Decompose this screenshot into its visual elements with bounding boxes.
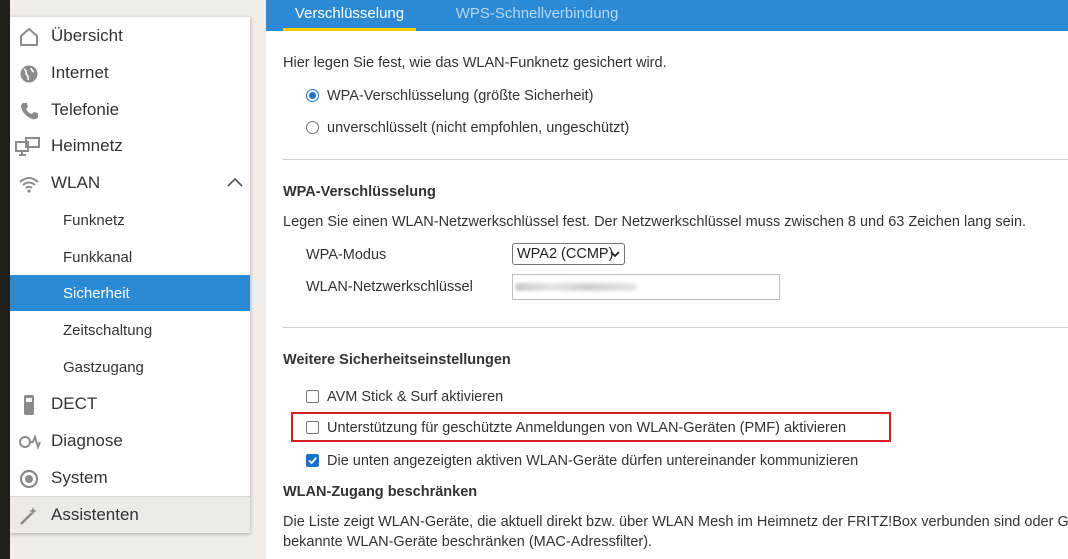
wpa-mode-value: WPA2 (CCMP) (517, 246, 614, 262)
sidebar-subitem-label: Funkkanal (63, 248, 133, 266)
dect-phone-icon (24, 395, 34, 415)
radio-wpa-label[interactable]: WPA-Verschlüsselung (größte Sicherheit) (327, 88, 593, 104)
phone-icon (21, 103, 38, 120)
sidebar-item-internet[interactable]: Internet (10, 55, 250, 91)
wpa-description: Legen Sie einen WLAN-Netzwerkschlüssel f… (283, 214, 1027, 230)
checkbox-pmf-label[interactable]: Unterstützung für geschützte Anmeldungen… (327, 420, 846, 436)
security-section-heading: Weitere Sicherheitseinstellungen (283, 352, 511, 368)
section-divider (283, 159, 1068, 160)
radio-unencrypted[interactable] (306, 121, 319, 134)
network-key-label: WLAN-Netzwerkschlüssel (306, 279, 473, 295)
wpa-section-heading: WPA-Verschlüsselung (283, 184, 436, 200)
checkmark-icon (308, 456, 317, 465)
wpa-mode-label: WPA-Modus (306, 247, 387, 263)
sidebar-item-label: DECT (51, 394, 98, 413)
sidebar-item-label: Heimnetz (51, 136, 123, 155)
sidebar-item-dect[interactable]: DECT (10, 386, 250, 422)
sidebar-item-label: Internet (51, 63, 109, 82)
sidebar-item-label: Assistenten (51, 505, 139, 524)
checkbox-communicate-label[interactable]: Die unten angezeigten aktiven WLAN-Gerät… (327, 453, 858, 469)
tab-wps-schnellverbindung[interactable]: WPS-Schnellverbindung (432, 0, 642, 31)
sidebar-item-telefonie[interactable]: Telefonie (10, 92, 250, 128)
sidebar-item-diagnose[interactable]: Diagnose (10, 423, 250, 459)
sidebar-item-system[interactable]: System (10, 460, 250, 496)
sidebar-subitem-funkkanal[interactable]: Funkkanal (10, 239, 250, 275)
wpa-mode-select[interactable]: WPA2 (CCMP) (512, 243, 625, 265)
radio-wpa[interactable] (306, 89, 319, 102)
wifi-icon (19, 177, 39, 193)
sidebar-subitem-label: Gastzugang (63, 358, 144, 376)
sidebar-item-label: WLAN (51, 173, 101, 192)
restrict-section-heading: WLAN-Zugang beschränken (283, 484, 478, 500)
sidebar-item-label: Übersicht (51, 26, 123, 45)
background-strip (0, 0, 10, 559)
sidebar-item-heimnetz[interactable]: Heimnetz (10, 128, 250, 164)
tab-verschluesselung[interactable]: Verschlüsselung (283, 0, 416, 31)
restrict-description-line1: Die Liste zeigt WLAN-Geräte, die aktuell… (283, 514, 1068, 530)
system-icon (19, 469, 39, 489)
sidebar-item-uebersicht[interactable]: Übersicht (10, 18, 250, 54)
sidebar-item-wlan[interactable]: WLAN (10, 165, 250, 201)
sidebar-subitem-label: Zeitschaltung (63, 321, 153, 339)
sidebar-subitem-sicherheit[interactable]: Sicherheit (10, 275, 250, 311)
chevron-down-icon (610, 251, 620, 258)
network-key-input[interactable] (512, 274, 780, 300)
diagnose-icon (19, 433, 41, 451)
sidebar-item-label: System (51, 468, 108, 487)
sidebar-subitem-zeitschaltung[interactable]: Zeitschaltung (10, 312, 250, 348)
chevron-up-icon[interactable] (227, 176, 243, 188)
checkbox-pmf[interactable] (306, 421, 319, 434)
sidebar-subitem-label: Sicherheit (63, 284, 130, 302)
section-divider (283, 327, 1068, 328)
sidebar-item-label: Diagnose (51, 431, 123, 450)
sidebar-subitem-funknetz[interactable]: Funknetz (10, 202, 250, 238)
sidebar-subitem-label: Funknetz (63, 211, 125, 229)
main-content: Verschlüsselung WPS-Schnellverbindung Hi… (266, 0, 1068, 559)
sidebar-item-label: Telefonie (51, 100, 120, 119)
network-icon (15, 137, 40, 156)
intro-text: Hier legen Sie fest, wie das WLAN-Funkne… (283, 55, 667, 71)
radio-unencrypted-label[interactable]: unverschlüsselt (nicht empfohlen, ungesc… (327, 120, 629, 136)
globe-icon (20, 65, 38, 83)
checkbox-communicate[interactable] (306, 454, 319, 467)
checkbox-avm-stick[interactable] (306, 390, 319, 403)
wizard-icon (20, 507, 37, 525)
home-icon (20, 28, 38, 46)
restrict-description-line2: bekannte WLAN-Geräte beschränken (MAC-Ad… (283, 534, 653, 550)
sidebar-nav: Übersicht Internet Telefonie Heimnetz WL… (10, 17, 250, 533)
redacted-key-value (515, 283, 637, 291)
tab-bar: Verschlüsselung WPS-Schnellverbindung (266, 0, 1068, 31)
sidebar-subitem-gastzugang[interactable]: Gastzugang (10, 349, 250, 385)
sidebar-item-assistenten[interactable]: Assistenten (10, 496, 250, 533)
checkbox-avm-stick-label[interactable]: AVM Stick & Surf aktivieren (327, 389, 503, 405)
